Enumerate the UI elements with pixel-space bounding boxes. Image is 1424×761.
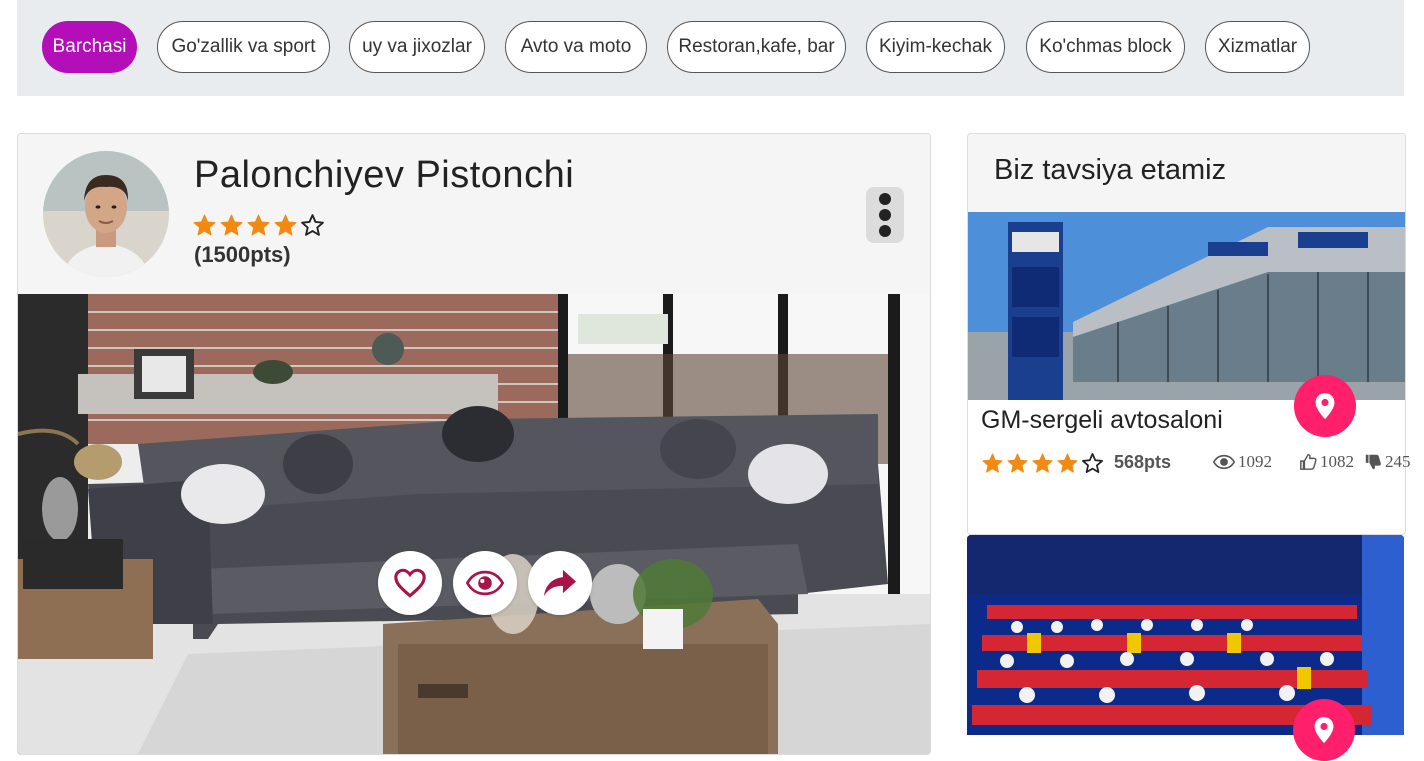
recommendation-card-2 bbox=[967, 535, 1404, 761]
eye-icon bbox=[1213, 454, 1235, 470]
likes-stat[interactable]: 1082 bbox=[1299, 452, 1354, 472]
category-pill-restaurant[interactable]: Restoran,kafe, bar bbox=[667, 21, 846, 73]
category-pill-services[interactable]: Xizmatlar bbox=[1205, 21, 1310, 73]
thumbs-up-icon bbox=[1300, 454, 1317, 470]
eye-icon bbox=[466, 570, 504, 596]
author-name[interactable]: Palonchiyev Pistonchi bbox=[194, 154, 574, 197]
likes-count: 1082 bbox=[1320, 452, 1354, 471]
author-avatar[interactable] bbox=[43, 151, 169, 277]
star-filled-icon bbox=[982, 453, 1003, 473]
view-button[interactable] bbox=[453, 551, 517, 615]
more-options-button[interactable] bbox=[866, 187, 904, 243]
category-pill-all[interactable]: Barchasi bbox=[42, 21, 137, 73]
star-empty-icon bbox=[301, 214, 324, 236]
recommendation-title: Biz tavsiya etamiz bbox=[994, 154, 1227, 186]
category-pill-realestate[interactable]: Ko'chmas block bbox=[1026, 21, 1185, 73]
star-filled-icon bbox=[1032, 453, 1053, 473]
menu-dot bbox=[879, 209, 891, 221]
star-filled-icon bbox=[274, 214, 297, 236]
recommendation-points: 568pts bbox=[1114, 452, 1172, 472]
location-pin-icon bbox=[1314, 717, 1334, 743]
share-icon bbox=[544, 569, 576, 597]
menu-dot bbox=[879, 193, 891, 205]
star-filled-icon bbox=[1057, 453, 1078, 473]
post-card: Palonchiyev Pistonchi (1500pts) bbox=[17, 133, 931, 755]
star-empty-icon bbox=[1082, 453, 1103, 473]
location-button[interactable] bbox=[1294, 375, 1356, 437]
category-pill-beauty-sport[interactable]: Go'zallik va sport bbox=[157, 21, 330, 73]
star-filled-icon bbox=[247, 214, 270, 236]
star-filled-icon bbox=[1007, 453, 1028, 473]
category-bar: Barchasi Go'zallik va sport uy va jixozl… bbox=[17, 0, 1404, 96]
category-pill-auto[interactable]: Avto va moto bbox=[505, 21, 647, 73]
post-image[interactable] bbox=[18, 294, 930, 754]
recommendation-rating bbox=[981, 452, 1104, 475]
recommendation-card: Biz tavsiya etamiz GM-sergeli avtosaloni… bbox=[967, 133, 1411, 535]
category-pill-home[interactable]: uy va jixozlar bbox=[349, 21, 485, 73]
views-stat: 1092 bbox=[1213, 452, 1272, 472]
star-filled-icon bbox=[193, 214, 216, 236]
author-points: (1500pts) bbox=[194, 242, 291, 267]
category-pill-clothing[interactable]: Kiyim-kechak bbox=[866, 21, 1005, 73]
views-count: 1092 bbox=[1238, 452, 1272, 471]
dislikes-count: 245 bbox=[1385, 452, 1411, 471]
star-filled-icon bbox=[220, 214, 243, 236]
dislikes-stat[interactable]: 245 bbox=[1364, 452, 1411, 472]
recommendation-name[interactable]: GM-sergeli avtosaloni bbox=[981, 406, 1223, 435]
recommendation-header: Biz tavsiya etamiz bbox=[968, 134, 1405, 213]
location-pin-icon bbox=[1315, 393, 1335, 419]
location-button-2[interactable] bbox=[1293, 699, 1355, 761]
heart-icon bbox=[394, 568, 426, 598]
post-rating bbox=[192, 213, 325, 238]
avatar-image bbox=[43, 151, 169, 277]
share-button[interactable] bbox=[528, 551, 592, 615]
post-header: Palonchiyev Pistonchi (1500pts) bbox=[18, 134, 930, 295]
thumbs-down-icon bbox=[1365, 454, 1381, 470]
recommendation-image[interactable] bbox=[968, 212, 1405, 400]
menu-dot bbox=[879, 225, 891, 237]
like-button[interactable] bbox=[378, 551, 442, 615]
